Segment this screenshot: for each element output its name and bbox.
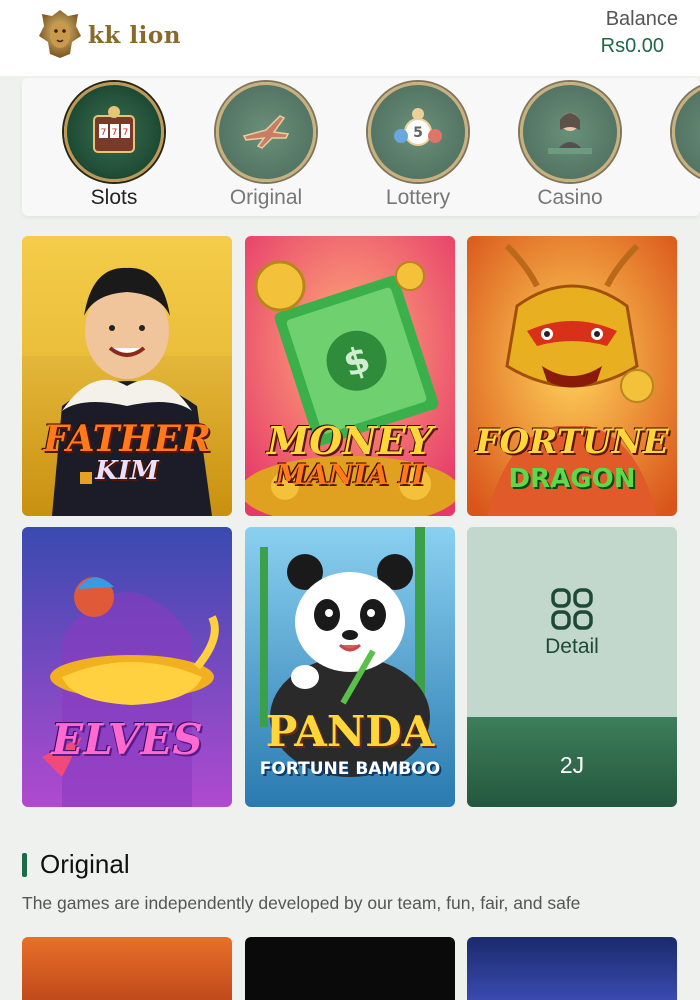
category-more[interactable] xyxy=(652,82,700,182)
svg-text:7: 7 xyxy=(101,128,107,138)
dealer-icon xyxy=(520,82,620,182)
game-title: FATHER xyxy=(43,418,211,460)
game-tile-money-mania[interactable]: $ MONEY MANIA II xyxy=(245,236,455,516)
game-title: MONEY xyxy=(267,418,433,463)
airplane-icon xyxy=(216,82,316,182)
category-casino[interactable]: Casino xyxy=(500,82,640,210)
game-subtitle: MANIA II xyxy=(275,458,425,491)
original-game-tile[interactable] xyxy=(245,937,455,1000)
game-tile-panda[interactable]: PANDA FORTUNE BAMBOO xyxy=(245,527,455,807)
category-label: Slots xyxy=(90,186,138,209)
section-description: The games are independently developed by… xyxy=(22,893,581,913)
game-title: FORTUNE xyxy=(475,422,669,462)
detail-label: Detail xyxy=(545,635,599,658)
lottery-balls-icon: 5 xyxy=(368,82,468,182)
detail-tile[interactable]: Detail 2J xyxy=(467,527,677,807)
game-subtitle: KIM xyxy=(95,456,159,486)
detail-code: 2J xyxy=(559,752,585,778)
category-slots[interactable]: 7 7 7 Slots xyxy=(44,82,184,210)
game-tile-elves[interactable]: ELVES xyxy=(22,527,232,807)
category-strip: 7 7 7 Slots Original 5 Lottery Casino xyxy=(22,78,700,216)
game-art xyxy=(22,527,232,807)
game-title: ELVES xyxy=(51,715,203,764)
original-game-tile[interactable] xyxy=(22,937,232,1000)
original-game-tile[interactable] xyxy=(467,937,677,1000)
category-label: Lottery xyxy=(385,186,451,209)
category-lottery[interactable]: 5 Lottery xyxy=(348,82,488,210)
game-subtitle: FORTUNE BAMBOO xyxy=(259,759,441,779)
grid-apps-icon xyxy=(551,588,593,630)
category-label: Casino xyxy=(537,186,603,209)
brand-name: kk lion xyxy=(88,22,181,49)
game-tile-father-kim[interactable]: FATHER KIM xyxy=(22,236,232,516)
category-original[interactable]: Original xyxy=(196,82,336,210)
game-tile-fortune-dragon[interactable]: FORTUNE DRAGON xyxy=(467,236,677,516)
balance-value[interactable]: Rs0.00 xyxy=(601,35,664,58)
section-title: Original xyxy=(40,849,130,879)
svg-text:7: 7 xyxy=(123,128,129,138)
section-accent-bar xyxy=(22,853,27,877)
category-more-icon xyxy=(672,82,700,182)
svg-text:5: 5 xyxy=(413,125,423,141)
lion-head-icon[interactable] xyxy=(38,8,82,60)
svg-text:7: 7 xyxy=(112,128,118,138)
slot-machine-icon: 7 7 7 xyxy=(64,82,164,182)
category-label: Original xyxy=(229,186,303,209)
game-subtitle: DRAGON xyxy=(508,464,636,494)
game-title: PANDA xyxy=(265,707,435,756)
top-header: kk lion Balance Rs0.00 xyxy=(0,0,700,76)
balance-label: Balance xyxy=(605,8,678,30)
